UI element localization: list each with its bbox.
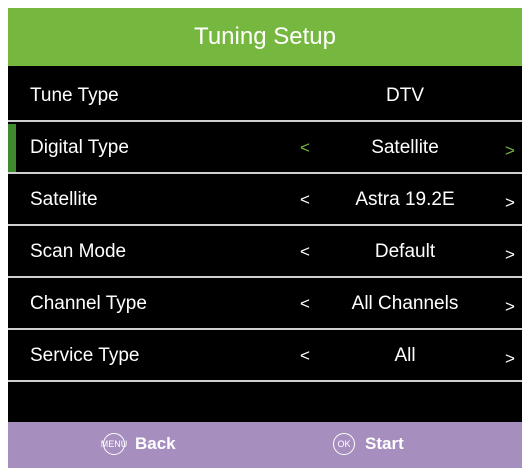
setting-row-tune-type[interactable]: Tune Type DTV [8,72,522,122]
back-label: Back [135,434,176,453]
setting-label: Scan Mode [30,241,127,262]
left-arrow-icon[interactable]: < [300,242,310,262]
setting-value: All Channels [351,293,459,314]
setting-label: Service Type [30,345,140,366]
back-button[interactable]: MENU Back [101,433,176,455]
setting-value: Default [374,241,436,262]
left-arrow-icon[interactable]: < [300,190,310,210]
tuning-setup-dialog: Tuning Setup Tune Type DTV Digital Type … [8,8,522,468]
setting-row-channel-type[interactable]: Channel Type < All Channels > [8,280,522,330]
left-arrow-icon[interactable]: < [300,346,310,366]
title-bar: Tuning Setup [8,8,522,66]
start-button[interactable]: OK Start [333,433,404,455]
footer-hint-bar: MENU Back OK Start [8,422,522,468]
right-arrow-icon[interactable]: > [505,349,515,369]
setting-label: Channel Type [30,293,147,314]
setting-label: Satellite [30,189,98,210]
setting-value: All [394,345,416,366]
page-title: Tuning Setup [194,23,336,50]
setting-row-digital-type[interactable]: Digital Type < Satellite > [8,124,522,174]
start-label: Start [365,434,404,453]
left-arrow-icon[interactable]: < [300,138,310,158]
setting-row-service-type[interactable]: Service Type < All > [8,332,522,382]
setting-row-scan-mode[interactable]: Scan Mode < Default > [8,228,522,278]
setting-value: Satellite [371,137,439,158]
menu-button-icon: MENU [101,433,127,455]
right-arrow-icon[interactable]: > [505,141,515,161]
setting-label: Tune Type [30,85,119,106]
setting-value: Astra 19.2E [355,189,455,210]
left-arrow-icon[interactable]: < [300,294,310,314]
setting-value: DTV [386,85,424,106]
settings-list: Tune Type DTV Digital Type < Satellite >… [8,72,522,384]
ok-button-icon: OK [333,433,355,455]
setting-label: Digital Type [30,137,129,158]
setting-row-satellite[interactable]: Satellite < Astra 19.2E > [8,176,522,226]
right-arrow-icon[interactable]: > [505,297,515,317]
right-arrow-icon[interactable]: > [505,193,515,213]
right-arrow-icon[interactable]: > [505,245,515,265]
